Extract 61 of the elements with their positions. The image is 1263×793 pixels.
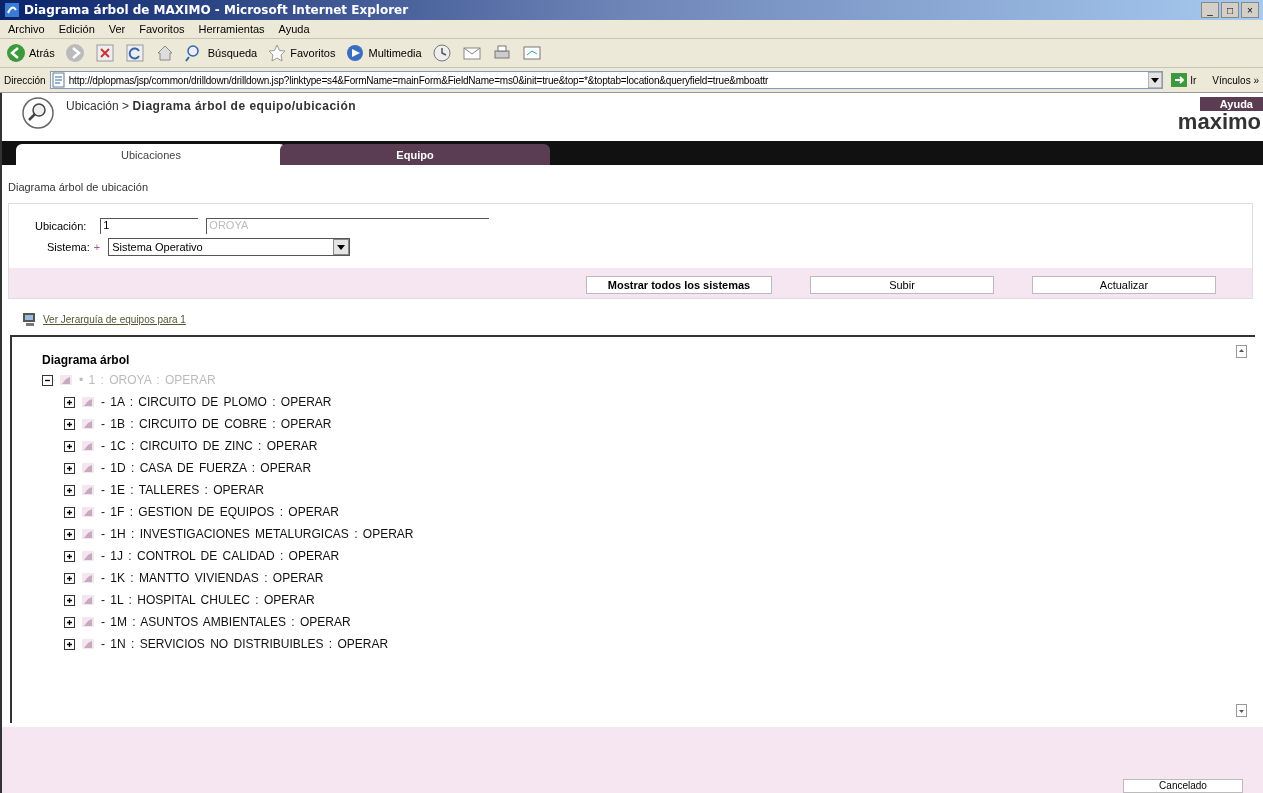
menu-item[interactable]: Herramientas [198,23,265,35]
history-icon [431,43,452,63]
section-title: Diagrama árbol de ubicación [7,180,150,193]
window-title: Diagrama árbol de MAXIMO - Microsoft Internet Explorer [24,3,409,17]
address-label: Dirección [4,74,46,86]
location-icon [81,483,95,497]
field-label: Sistema: [47,241,90,253]
scroll-down-icon[interactable] [1236,704,1247,717]
menu-item[interactable]: Archivo [8,23,45,35]
location-icon [81,417,95,431]
location-icon [81,461,95,475]
location-icon [81,549,95,563]
scroll-up-icon[interactable] [1236,345,1247,358]
search-button[interactable]: Búsqueda [182,43,260,63]
cancel-button[interactable]: Cancelado [1123,779,1243,793]
field-label: Ubicación: [35,220,87,232]
browser-icon [4,2,20,18]
back-button[interactable]: Atrás [4,43,57,63]
description-field: OROYA [206,218,490,234]
window-control-button[interactable]: _ [1201,2,1219,18]
location-icon [59,373,73,387]
location-icon [81,571,95,585]
media-button[interactable]: Multimedia [343,43,424,63]
hierarchy-link[interactable]: Ver Jerarquía de equipos para 1 [43,313,186,325]
location-icon [81,527,95,541]
refresh-icon [124,43,145,63]
magnifier-logo-icon [22,97,54,129]
window-control-button[interactable]: × [1241,2,1259,18]
tab[interactable]: Equipo [280,144,550,165]
address-field[interactable]: http://dplopmas/jsp/common/drilldown/drilldown.jsp?linktype=s4&FormName=mainForm&FieldName=ms0&init=true&top=*&toptab=location&queryfield=true&mboattr [49,71,1164,89]
window-control-button[interactable]: □ [1221,2,1239,18]
required-marker: + [93,241,101,253]
media-icon [345,43,366,63]
system-dropdown[interactable]: Sistema Operativo [108,238,351,256]
edit-icon [521,43,542,63]
location-icon [81,395,95,409]
location-icon [81,615,95,629]
page-icon [50,72,66,88]
breadcrumb: Ubicación > Diagrama árbol de equipo/ubicación [66,98,357,113]
location-icon [81,505,95,519]
location-field[interactable]: 1 [100,218,199,234]
location-icon [81,637,95,651]
menu-item[interactable]: Favoritos [139,23,185,35]
location-icon [81,593,95,607]
action-button[interactable]: Mostrar todos los sistemas [586,276,772,294]
help-link[interactable]: Ayuda [1199,97,1263,111]
maximo-logo: maximo [1177,111,1262,133]
menu-item[interactable]: Ver [108,23,126,35]
computer-icon [22,311,37,327]
action-button[interactable]: Actualizar [1032,276,1216,294]
menu-item[interactable]: Edición [58,23,95,35]
go-button[interactable]: Ir [1167,72,1201,88]
dropdown-arrow-icon[interactable] [1148,72,1163,88]
action-button[interactable]: Subir [810,276,994,294]
location-icon [81,439,95,453]
star-icon [267,43,288,63]
tree-title: Diagrama árbol [42,353,131,367]
favorites-button[interactable]: Favoritos [265,43,338,63]
menu-item[interactable]: Ayuda [278,23,310,35]
links-label[interactable]: Vínculos » [1212,74,1259,86]
stop-icon [94,43,115,63]
